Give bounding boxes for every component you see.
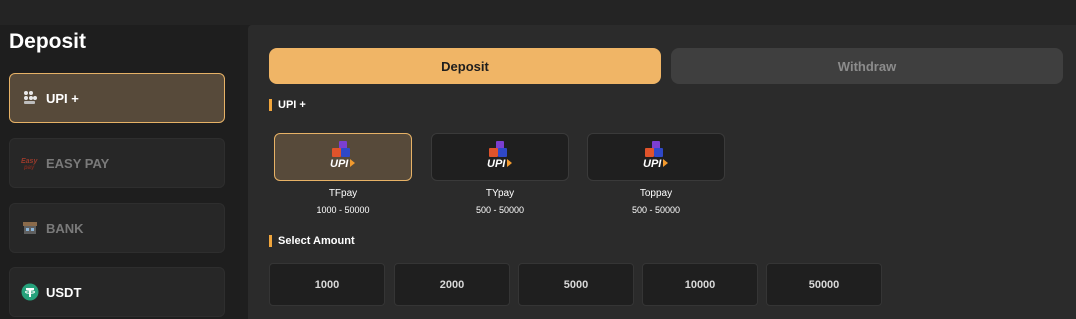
channel-range: 500 - 50000 — [475, 205, 525, 215]
method-upi-plus[interactable]: UPI + — [9, 73, 225, 123]
svg-text:UPI: UPI — [487, 158, 506, 170]
section-label-amount: Select Amount — [269, 235, 355, 247]
method-easy-pay[interactable]: Easy pay EASY PAY — [9, 138, 225, 188]
amount-option[interactable]: 50000 — [766, 263, 882, 306]
channel-range: 500 - 50000 — [631, 205, 681, 215]
deposit-panel: Deposit Withdraw UPI + UPI UPI UPI TFpay… — [248, 25, 1076, 319]
method-label: EASY PAY — [46, 155, 110, 171]
upi-logo-icon: UPI — [485, 140, 515, 175]
page-title: Deposit — [9, 30, 87, 53]
channel-toppay[interactable]: UPI — [587, 133, 725, 181]
method-label: BANK — [46, 220, 84, 236]
tether-icon — [21, 283, 39, 301]
amount-option[interactable]: 1000 — [269, 263, 385, 306]
amount-option[interactable]: 10000 — [642, 263, 758, 306]
channel-range: 1000 - 50000 — [316, 205, 370, 215]
svg-text:UPI: UPI — [330, 158, 349, 170]
bank-icon — [21, 219, 39, 237]
tab-deposit[interactable]: Deposit — [269, 48, 661, 84]
upi-logo-icon: UPI — [328, 140, 358, 175]
method-usdt[interactable]: USDT — [9, 267, 225, 317]
easypay-logo-icon: Easy pay — [21, 154, 39, 172]
channel-name: Toppay — [639, 188, 673, 199]
channel-typay[interactable]: UPI — [431, 133, 569, 181]
upi-people-icon — [21, 89, 39, 107]
tab-withdraw[interactable]: Withdraw — [671, 48, 1063, 84]
method-label: USDT — [46, 284, 82, 300]
method-bank[interactable]: BANK — [9, 203, 225, 253]
svg-text:Easy: Easy — [21, 158, 38, 165]
top-bar — [0, 0, 1076, 25]
section-label-channel: UPI + — [269, 99, 306, 111]
channel-name: TFpay — [328, 188, 358, 199]
svg-text:pay: pay — [23, 165, 35, 170]
channel-name: TYpay — [485, 188, 515, 199]
method-label: UPI + — [46, 90, 79, 106]
upi-logo-icon: UPI — [641, 140, 671, 175]
amount-option[interactable]: 2000 — [394, 263, 510, 306]
svg-text:UPI: UPI — [643, 158, 662, 170]
amount-option[interactable]: 5000 — [518, 263, 634, 306]
channel-tfpay[interactable]: UPI — [274, 133, 412, 181]
